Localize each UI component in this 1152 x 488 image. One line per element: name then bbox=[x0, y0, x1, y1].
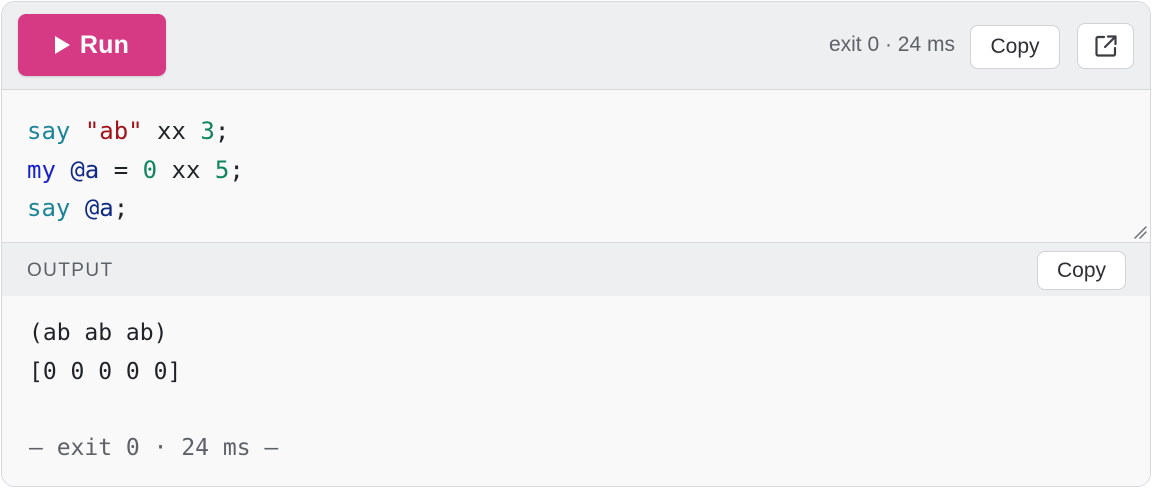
run-button[interactable]: Run bbox=[18, 14, 166, 76]
code-token: ; bbox=[113, 194, 129, 222]
run-status: exit 0 · 24 ms bbox=[828, 33, 955, 56]
code-line[interactable]: say @a; bbox=[27, 189, 128, 227]
code-token: ; bbox=[229, 156, 244, 184]
code-runner-panel: Run exit 0 · 24 ms Copy say "ab" xx 3; m… bbox=[1, 1, 1151, 487]
output-line: (ab ab ab) bbox=[29, 320, 168, 346]
output-body: (ab ab ab) [0 0 0 0 0] — exit 0 · 24 ms … bbox=[2, 296, 1150, 486]
copy-output-button[interactable]: Copy bbox=[1037, 251, 1126, 290]
output-label: OUTPUT bbox=[27, 260, 114, 281]
code-token: = bbox=[99, 156, 143, 184]
code-line[interactable]: say "ab" xx 3; bbox=[27, 112, 229, 150]
external-link-icon bbox=[1094, 35, 1117, 57]
code-token: xx bbox=[142, 117, 201, 145]
code-token: 0 bbox=[142, 156, 158, 184]
code-token: @a bbox=[70, 156, 100, 184]
open-external-button[interactable] bbox=[1077, 23, 1134, 69]
run-button-label: Run bbox=[79, 30, 130, 59]
resize-grip-icon[interactable] bbox=[1133, 225, 1147, 239]
toolbar: Run exit 0 · 24 ms Copy bbox=[2, 2, 1150, 90]
code-token: 5 bbox=[214, 156, 230, 184]
play-icon bbox=[54, 36, 70, 54]
code-token: xx bbox=[157, 156, 215, 184]
code-token: "ab" bbox=[84, 117, 143, 145]
output-line: [0 0 0 0 0] bbox=[29, 359, 182, 385]
code-token: @a bbox=[84, 194, 114, 222]
code-editor[interactable]: say "ab" xx 3; my @a = 0 xx 5; say @a; bbox=[2, 90, 1150, 243]
code-token: ; bbox=[214, 117, 230, 145]
code-token: my bbox=[27, 156, 56, 184]
code-token: 3 bbox=[200, 117, 215, 145]
output-header: OUTPUT Copy bbox=[2, 243, 1150, 296]
copy-code-button[interactable]: Copy bbox=[970, 25, 1060, 69]
output-footer: — exit 0 · 24 ms — bbox=[29, 435, 279, 461]
code-token: say bbox=[27, 194, 71, 222]
code-line[interactable]: my @a = 0 xx 5; bbox=[27, 151, 244, 189]
code-token: say bbox=[27, 117, 71, 145]
